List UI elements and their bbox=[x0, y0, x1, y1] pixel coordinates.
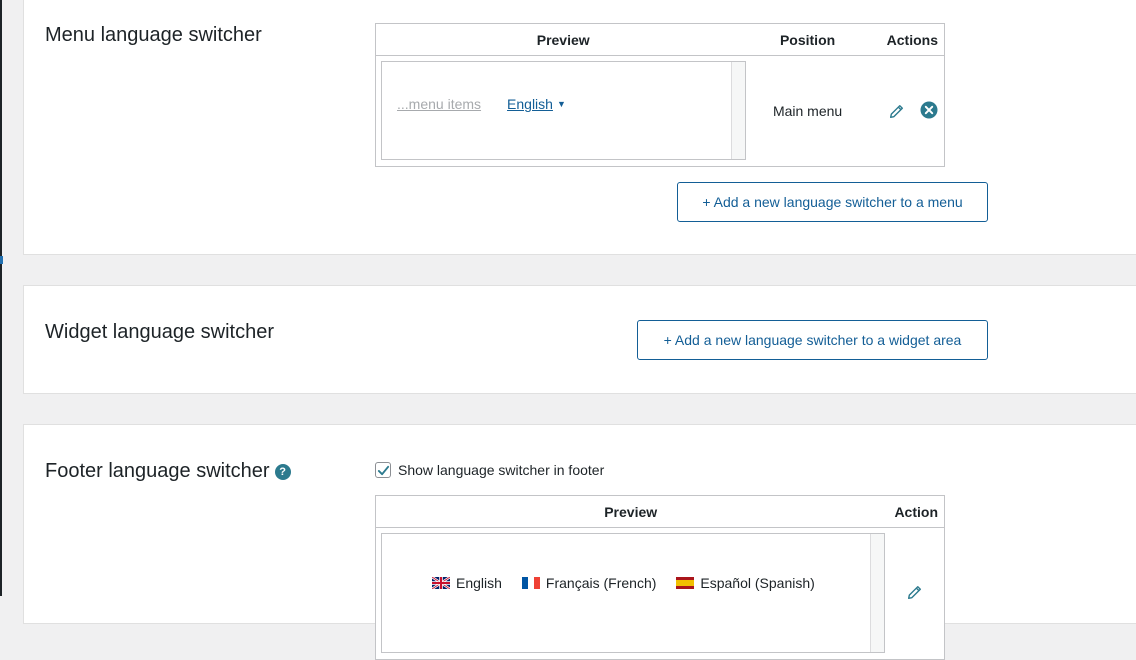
preview-column-header: Preview bbox=[375, 23, 751, 56]
footer-action-column-header: Action bbox=[885, 495, 945, 528]
edit-menu-switcher-button[interactable] bbox=[889, 104, 904, 119]
position-column-header: Position bbox=[750, 23, 865, 56]
widget-switcher-title: Widget language switcher bbox=[45, 321, 275, 343]
gb-flag-icon bbox=[432, 577, 450, 589]
list-item[interactable]: English bbox=[432, 575, 502, 591]
footer-switcher-title-text: Footer language switcher bbox=[45, 460, 270, 482]
admin-left-edge bbox=[0, 0, 2, 596]
caret-down-icon: ▼ bbox=[556, 99, 566, 109]
actions-column-header: Actions bbox=[864, 23, 945, 56]
edit-footer-switcher-button[interactable] bbox=[907, 585, 922, 600]
actions-cell bbox=[865, 56, 945, 167]
menu-preview-content: ...menu items English ▼ bbox=[397, 96, 566, 112]
pencil-icon bbox=[890, 104, 904, 118]
menu-table-header-row: Preview Position Actions bbox=[375, 23, 945, 56]
footer-switcher-checkbox[interactable] bbox=[375, 462, 391, 478]
add-menu-switcher-button[interactable]: + Add a new language switcher to a menu bbox=[677, 182, 988, 222]
list-item[interactable]: Français (French) bbox=[521, 575, 657, 591]
footer-switcher-table: Preview Action English Français (French)… bbox=[375, 495, 945, 660]
menu-switcher-panel: Menu language switcher Preview Position … bbox=[23, 0, 1136, 255]
footer-action-cell bbox=[885, 528, 944, 660]
footer-preview-cell: English Français (French) Español (Spani… bbox=[376, 528, 886, 660]
fr-flag-icon bbox=[521, 577, 540, 589]
position-cell: Main menu bbox=[772, 103, 843, 119]
preview-cell: ...menu items English ▼ bbox=[376, 56, 751, 167]
menu-switcher-table: Preview Position Actions ...menu items E… bbox=[375, 23, 945, 167]
add-widget-switcher-button[interactable]: + Add a new language switcher to a widge… bbox=[637, 320, 988, 360]
current-language-link[interactable]: English bbox=[507, 96, 553, 112]
language-dropdown-preview[interactable]: English ▼ bbox=[507, 96, 566, 112]
footer-switcher-panel: Footer language switcher? Show language … bbox=[23, 424, 1136, 660]
widget-switcher-panel: Widget language switcher + Add a new lan… bbox=[23, 285, 1136, 394]
admin-edge-marker bbox=[0, 256, 3, 264]
table-row: English Français (French) Español (Spani… bbox=[376, 528, 945, 660]
pencil-icon bbox=[908, 585, 922, 599]
footer-preview-frame: English Français (French) Español (Spani… bbox=[381, 533, 885, 653]
help-icon[interactable]: ? bbox=[274, 464, 291, 480]
language-label: Français (French) bbox=[545, 575, 657, 591]
footer-switcher-checkbox-row[interactable]: Show language switcher in footer bbox=[375, 462, 604, 478]
menu-switcher-title: Menu language switcher bbox=[45, 24, 262, 46]
list-item[interactable]: Español (Spanish) bbox=[676, 575, 815, 591]
footer-switcher-checkbox-label: Show language switcher in footer bbox=[398, 462, 605, 478]
preview-scrollbar[interactable] bbox=[731, 62, 745, 159]
menu-items-placeholder: ...menu items bbox=[397, 96, 482, 112]
checkmark-icon bbox=[377, 465, 389, 475]
es-flag-icon bbox=[676, 577, 695, 589]
language-label: Español (Spanish) bbox=[700, 575, 815, 591]
table-row: ...menu items English ▼ Main menu bbox=[376, 56, 945, 167]
footer-language-list: English Français (French) Español (Spani… bbox=[432, 575, 835, 591]
menu-preview-frame: ...menu items English ▼ bbox=[381, 61, 746, 160]
footer-preview-column-header: Preview bbox=[375, 495, 886, 528]
footer-preview-scrollbar[interactable] bbox=[870, 534, 884, 652]
language-label: English bbox=[456, 575, 502, 591]
footer-switcher-title: Footer language switcher? bbox=[45, 459, 291, 483]
delete-menu-switcher-button[interactable] bbox=[920, 101, 938, 119]
footer-table-header-row: Preview Action bbox=[375, 495, 945, 528]
close-circle-icon bbox=[920, 101, 938, 118]
